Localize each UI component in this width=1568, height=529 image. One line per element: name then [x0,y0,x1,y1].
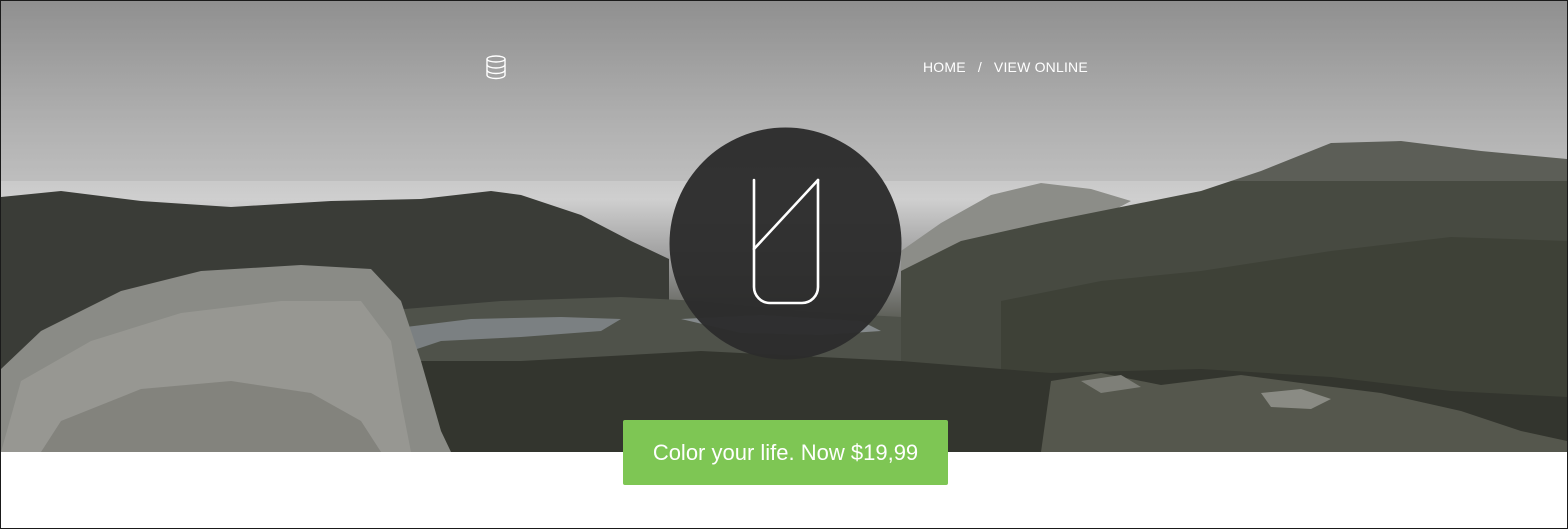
nav-view-online-link[interactable]: VIEW ONLINE [994,59,1088,75]
brand-logo-icon [669,127,902,360]
header-nav: HOME / VIEW ONLINE [923,58,1088,76]
nav-home-link[interactable]: HOME [923,59,966,75]
email-header: HOME / VIEW ONLINE Color your life. Now … [0,0,1568,529]
database-icon[interactable] [483,54,509,80]
hero-banner: HOME / VIEW ONLINE [1,1,1567,452]
cta-button[interactable]: Color your life. Now $19,99 [623,420,948,485]
nav-separator: / [977,59,982,75]
